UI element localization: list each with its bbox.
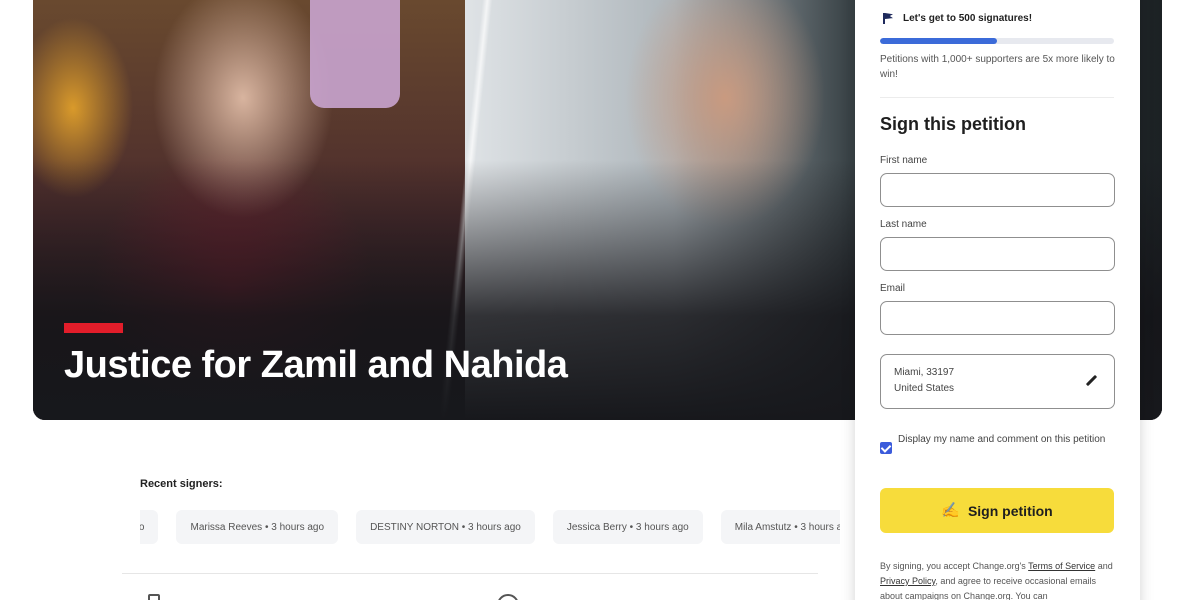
legal-prefix: By signing, you accept Change.org's [880, 561, 1029, 571]
consent-text: Display my name and comment on this peti… [898, 434, 1106, 445]
legal-and: and [1095, 561, 1113, 571]
consent-checkbox[interactable] [880, 442, 892, 454]
first-name-field[interactable] [880, 173, 1115, 207]
last-name-field[interactable] [880, 237, 1115, 271]
last-name-label: Last name [880, 219, 927, 230]
recent-signers-carousel[interactable]: hours ago Marissa Reeves • 3 hours ago D… [140, 510, 840, 546]
signer-chip: Mila Amstutz • 3 hours ago [720, 510, 840, 544]
signature-goal-text: Let's get to 500 signatures! [903, 12, 1033, 24]
section-divider [122, 573, 818, 574]
share-icon[interactable] [148, 594, 160, 600]
location-city: Miami, 33197 [894, 367, 955, 378]
progress-fill [880, 38, 997, 44]
display-name-consent[interactable]: Display my name and comment on this peti… [880, 432, 1116, 454]
legal-text: By signing, you accept Change.org's Term… [880, 559, 1116, 600]
recent-signers-label: Recent signers: [140, 478, 223, 490]
phone-shape [310, 0, 400, 108]
email-field[interactable] [880, 301, 1115, 335]
sign-button-label: Sign petition [967, 502, 1053, 519]
signer-chip: Jessica Berry • 3 hours ago [552, 510, 703, 544]
privacy-policy-link[interactable]: Privacy Policy [880, 576, 935, 586]
sign-petition-button[interactable]: ✍ Sign petition [880, 488, 1114, 533]
petition-page: Justice for Zamil and Nahida Recent sign… [0, 0, 1200, 600]
signature-progress-bar [880, 38, 1114, 44]
first-name-label: First name [880, 155, 928, 166]
flag-icon [881, 12, 895, 24]
location-field[interactable]: Miami, 33197 United States [880, 354, 1115, 409]
comment-icon[interactable] [497, 594, 519, 600]
signer-chip: Marissa Reeves • 3 hours ago [176, 510, 339, 544]
signature-goal: Let's get to 500 signatures! [881, 12, 1032, 24]
panel-divider [880, 97, 1114, 98]
signature-icon: ✍ [941, 502, 960, 519]
signers-track: hours ago Marissa Reeves • 3 hours ago D… [140, 510, 840, 544]
sign-heading: Sign this petition [880, 114, 1026, 134]
location-country: United States [894, 383, 955, 394]
email-label: Email [880, 283, 906, 294]
pencil-icon[interactable] [1086, 375, 1098, 387]
petition-title: Justice for Zamil and Nahida [64, 344, 568, 386]
signer-chip: DESTINY NORTON • 3 hours ago [356, 510, 535, 544]
signer-chip: hours ago [140, 510, 159, 544]
terms-of-service-link[interactable]: Terms of Service [1028, 561, 1095, 571]
title-accent-bar [64, 323, 123, 333]
goal-note: Petitions with 1,000+ supporters are 5x … [880, 54, 1115, 80]
